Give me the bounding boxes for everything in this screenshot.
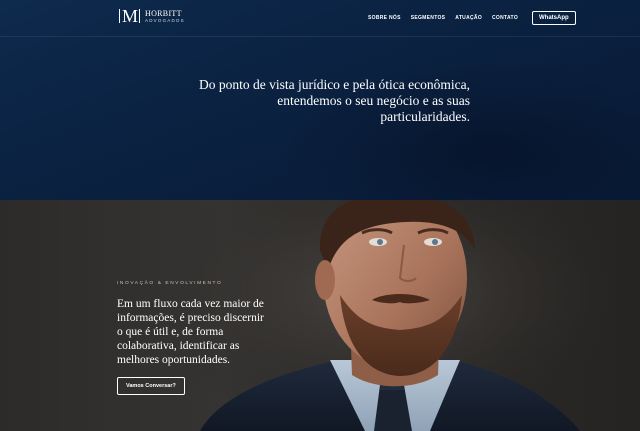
hero-quote: Do ponto de vista jurídico e pela ótica … [190,77,470,125]
section-text-line: o que é útil e, de forma [117,326,224,338]
logo-name: HORBITT [145,8,182,18]
innovation-section: Inovação & Envolvimento Em um fluxo cada… [0,200,640,431]
section-text-line: Em um fluxo cada vez maior de [117,298,264,310]
hero-quote-line: Do ponto de vista jurídico e pela ótica … [198,77,470,92]
section-tagline: Inovação & Envolvimento [117,281,223,286]
section-text-line: informações, é preciso discernir [117,312,264,324]
contact-cta-button[interactable]: Vamos Conversar? [117,377,185,395]
hero-quote-line: entendemos o seu negócio e as suas [277,93,470,108]
nav-link-contato[interactable]: Contato [492,15,518,21]
logo-mark: M [117,7,142,25]
section-text-line: melhores oportunidades. [117,354,231,366]
nav-divider [0,36,640,37]
main-nav: Sobre nós Segmentos Atuação Contato What… [368,11,576,25]
logo-subtitle: ADVOGADOS [145,17,185,23]
nav-link-sobre-nos[interactable]: Sobre nós [368,15,401,21]
nav-link-segmentos[interactable]: Segmentos [411,15,446,21]
whatsapp-button[interactable]: WhatsApp [532,11,576,25]
section-text: Em um fluxo cada vez maior de informaçõe… [117,297,307,367]
section-text-line: colaborativa, identificar as [117,340,240,352]
hero-quote-line: particularidades. [380,109,470,124]
logo[interactable]: M HORBITT ADVOGADOS [117,7,185,25]
hero-section: M HORBITT ADVOGADOS Sobre nós Segmentos … [0,0,640,200]
nav-link-atuacao[interactable]: Atuação [455,15,482,21]
